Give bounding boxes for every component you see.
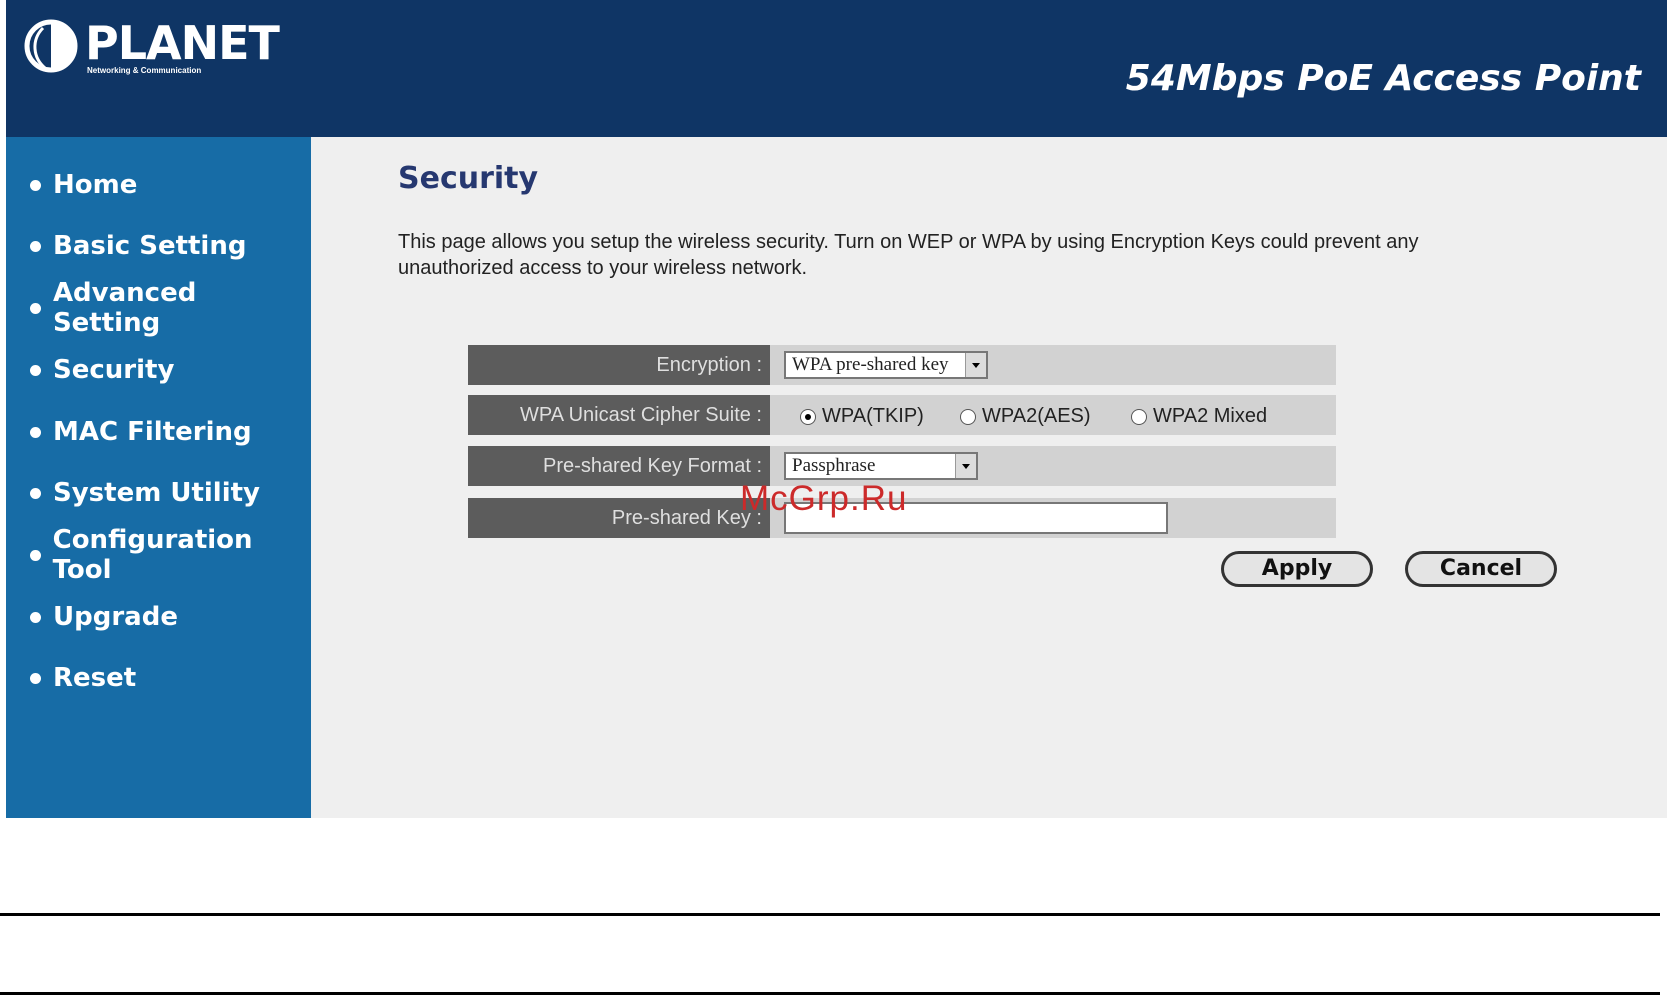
sidebar-item-label: Security [53, 355, 175, 385]
sidebar-item-basic-setting[interactable]: Basic Setting [30, 226, 246, 266]
radio-wpa2-aes[interactable]: WPA2(AES) [960, 405, 1091, 428]
sidebar-item-home[interactable]: Home [30, 165, 137, 205]
bullet-icon [30, 549, 41, 561]
product-title: 54Mbps PoE Access Point [1125, 58, 1641, 99]
logo-text: PLANET [85, 16, 280, 70]
bullet-icon [30, 179, 41, 191]
key-label: Pre-shared Key : [468, 498, 770, 538]
sidebar-item-label: Reset [53, 663, 137, 693]
planet-logo: PLANET Networking & Communication [23, 18, 280, 82]
encryption-value: WPA pre-shared key [792, 354, 949, 375]
sidebar-item-label: Home [53, 170, 138, 200]
key-format-select[interactable]: Passphrase [784, 452, 978, 480]
radio-unselected-icon[interactable] [960, 408, 976, 425]
apply-button[interactable]: Apply [1221, 551, 1373, 587]
radio-wpa-tkip[interactable]: WPA(TKIP) [800, 405, 924, 428]
cipher-suite-row: WPA Unicast Cipher Suite : WPA(TKIP) WPA… [468, 395, 1336, 435]
logo-tagline: Networking & Communication [87, 66, 202, 75]
sidebar-item-mac-filtering[interactable]: MAC Filtering [30, 412, 252, 452]
bullet-icon [30, 426, 41, 438]
sidebar-item-reset[interactable]: Reset [30, 658, 136, 698]
sidebar-item-security[interactable]: Security [30, 350, 174, 390]
radio-selected-icon[interactable] [800, 408, 816, 425]
header: PLANET Networking & Communication 54Mbps… [6, 0, 1667, 137]
sidebar-nav: Home Basic Setting Advanced Setting Secu… [6, 137, 311, 818]
cipher-suite-label: WPA Unicast Cipher Suite : [468, 395, 770, 435]
sidebar-item-label: Basic Setting [53, 231, 247, 261]
cancel-button[interactable]: Cancel [1405, 551, 1557, 587]
page-title: Security [398, 161, 539, 196]
sidebar-item-advanced-setting[interactable]: Advanced Setting [30, 278, 311, 338]
page-description: This page allows you setup the wireless … [398, 231, 1419, 279]
encryption-select[interactable]: WPA pre-shared key [784, 351, 988, 379]
bullet-icon [30, 364, 41, 376]
encryption-row: Encryption : WPA pre-shared key [468, 345, 1336, 385]
radio-wpa2-mixed[interactable]: WPA2 Mixed [1131, 405, 1267, 428]
sidebar-item-upgrade[interactable]: Upgrade [30, 597, 178, 637]
chevron-down-icon[interactable] [955, 454, 976, 478]
app-frame: PLANET Networking & Communication 54Mbps… [6, 0, 1667, 818]
sidebar-item-label: Advanced Setting [52, 278, 197, 338]
watermark-text: McGrp.Ru [740, 479, 908, 518]
sidebar-item-label: Configuration Tool [52, 525, 253, 585]
planet-logo-icon [24, 19, 78, 73]
bullet-icon [30, 672, 41, 684]
sidebar-item-configuration-tool[interactable]: Configuration Tool [30, 525, 311, 585]
key-format-value: Passphrase [792, 455, 876, 476]
radio-label: WPA(TKIP) [822, 405, 924, 427]
chevron-down-icon[interactable] [965, 353, 986, 377]
encryption-label: Encryption : [468, 345, 770, 385]
bullet-icon [30, 611, 41, 623]
sidebar-item-system-utility[interactable]: System Utility [30, 473, 260, 513]
bullet-icon [30, 240, 41, 252]
page-divider [0, 913, 1660, 916]
sidebar-item-label: System Utility [53, 478, 261, 508]
sidebar-item-label: Upgrade [53, 602, 178, 632]
radio-unselected-icon[interactable] [1131, 408, 1147, 425]
main-content: Security This page allows you setup the … [311, 137, 1667, 818]
bullet-icon [30, 302, 41, 314]
key-format-label: Pre-shared Key Format : [468, 446, 770, 486]
radio-label: WPA2 Mixed [1153, 405, 1268, 427]
bullet-icon [30, 487, 41, 499]
radio-label: WPA2(AES) [982, 405, 1091, 427]
sidebar-item-label: MAC Filtering [53, 417, 252, 447]
